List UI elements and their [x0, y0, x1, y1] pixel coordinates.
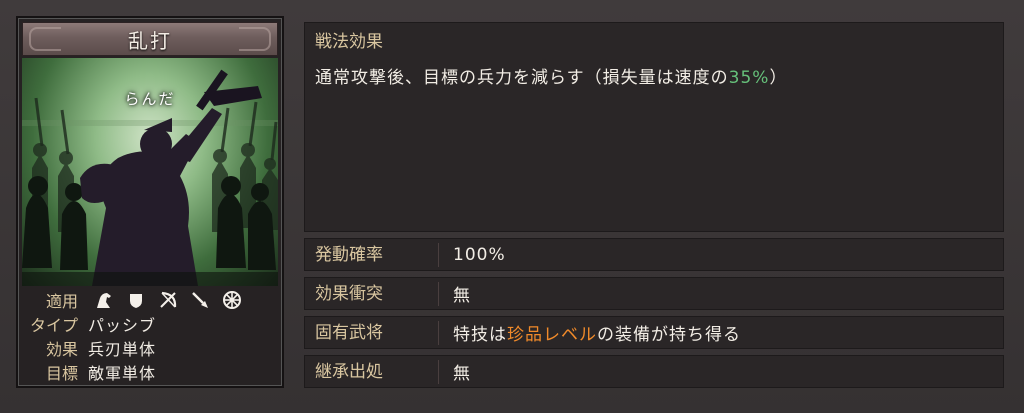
spear-icon [190, 290, 210, 310]
row-effect-conflict: 効果衝突 無 [304, 277, 1004, 310]
effect-text-end: ） [769, 68, 788, 88]
skill-card: 乱打 らんだ 適用 タイプ パッシブ 効果 兵刃単体 目標 敵軍単体 [16, 16, 284, 388]
activation-rate-value: 100% [453, 244, 506, 265]
shield-icon [126, 290, 146, 310]
skill-stats: 適用 タイプ パッシブ 効果 兵刃単体 目標 敵軍単体 [22, 288, 278, 384]
target-value: 敵軍単体 [88, 364, 157, 383]
unique-highlight: 珍品レベル [507, 325, 597, 345]
effect-conflict-value: 無 [453, 286, 471, 306]
wheel-icon [222, 290, 242, 310]
header-ornament-right [239, 27, 271, 51]
apply-label: 適用 [45, 292, 78, 311]
activation-rate-label: 発動確率 [305, 242, 439, 267]
troop-type-icons [80, 290, 242, 310]
skill-detail-panel: 乱打 らんだ 適用 タイプ パッシブ 効果 兵刃単体 目標 敵軍単体 戦法効果 … [0, 0, 1024, 413]
inherit-source-label: 継承出処 [305, 359, 439, 384]
header-ornament-left [29, 27, 61, 51]
row-unique-general: 固有武将 特技は珍品レベルの装備が持ち得る [304, 316, 1004, 349]
type-label: タイプ [29, 316, 78, 335]
inherit-source-value: 無 [453, 364, 471, 384]
skill-reading: らんだ [124, 90, 176, 108]
effect-description-box: 戦法効果 通常攻撃後、目標の兵力を減らす（損失量は速度の35%） [304, 22, 1004, 232]
unique-general-label: 固有武将 [305, 320, 439, 345]
effect-conflict-label: 効果衝突 [305, 281, 439, 306]
unique-general-value: 特技は珍品レベルの装備が持ち得る [439, 320, 741, 345]
effect-value: 兵刃単体 [88, 340, 157, 359]
effect-text: 通常攻撃後、目標の兵力を減らす（損失量は速度の35%） [315, 63, 787, 88]
stat-row-apply: 適用 [22, 288, 278, 312]
type-value: パッシブ [88, 316, 157, 335]
skill-artwork: らんだ [22, 58, 278, 286]
stat-row-effect: 効果 兵刃単体 [22, 336, 278, 360]
stat-row-target: 目標 敵軍単体 [22, 360, 278, 384]
row-inherit-source: 継承出処 無 [304, 355, 1004, 388]
bow-icon [158, 290, 178, 310]
unique-text-after: の装備が持ち得る [597, 325, 741, 345]
card-header: 乱打 [22, 22, 278, 56]
skill-name: 乱打 [128, 28, 172, 53]
row-activation-rate: 発動確率 100% [304, 238, 1004, 271]
cavalry-icon [94, 290, 114, 310]
target-label: 目標 [45, 364, 78, 383]
effect-highlight-value: 35% [728, 68, 770, 88]
unique-text-before: 特技は [453, 325, 507, 345]
effect-label: 効果 [45, 340, 78, 359]
effect-title: 戦法効果 [315, 32, 383, 52]
stat-row-type: タイプ パッシブ [22, 312, 278, 336]
effect-text-main: 通常攻撃後、目標の兵力を減らす（損失量は速度の [315, 68, 729, 88]
